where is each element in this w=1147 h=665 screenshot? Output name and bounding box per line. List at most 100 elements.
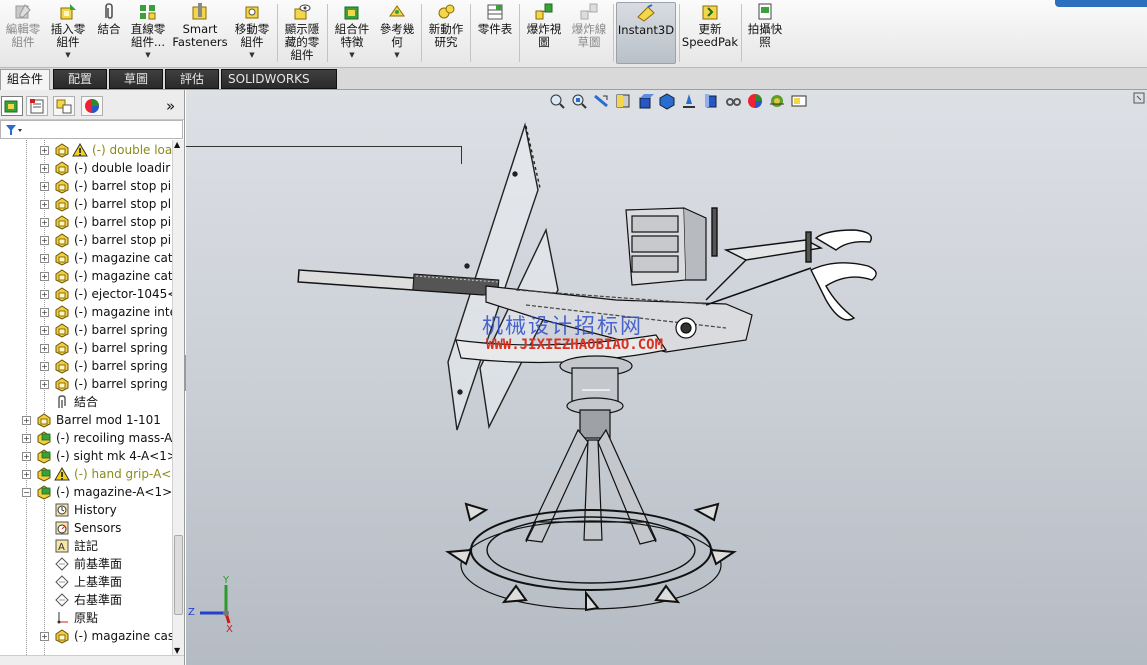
tree-item[interactable]: + (-) barrel stop pi: [0, 231, 172, 249]
graphics-viewport[interactable]: 机械设计招标网 WWW.JIXIEZHAOBIAO.COM Y Z X: [186, 90, 1147, 665]
tree-item[interactable]: − (-) magazine-A<1>: [0, 483, 172, 501]
ribbon-separator: [613, 4, 614, 62]
tree-item[interactable]: + (-) barrel spring s: [0, 357, 172, 375]
tree-item[interactable]: + (-) double loadir: [0, 159, 172, 177]
chevron-down-icon[interactable]: ▼: [349, 49, 354, 62]
expand-icon[interactable]: +: [40, 218, 49, 227]
tree-item[interactable]: + (-) barrel stop plu: [0, 195, 172, 213]
ribbon-separator: [277, 4, 278, 62]
expand-icon[interactable]: +: [40, 632, 49, 641]
expand-icon[interactable]: +: [40, 200, 49, 209]
tree-item-label: 結合: [74, 395, 99, 409]
expand-icon[interactable]: +: [40, 146, 49, 155]
tree-item[interactable]: + (-) barrel spring s: [0, 375, 172, 393]
panel-expand-icon[interactable]: »: [166, 97, 175, 115]
insert-component-button[interactable]: 插入零 組件 ▼: [48, 2, 88, 64]
expand-icon[interactable]: +: [40, 380, 49, 389]
tab-evaluate[interactable]: 評估: [165, 69, 219, 89]
linear-pattern-button[interactable]: 直線零 組件... ▼: [128, 2, 168, 64]
ribbon-separator: [519, 4, 520, 62]
tree-item[interactable]: 原點: [0, 609, 172, 627]
tab-assembly[interactable]: 組合件: [0, 69, 50, 90]
insert-component-label: 插入零 組件: [50, 22, 86, 49]
expand-icon[interactable]: +: [40, 344, 49, 353]
bom-label: 零件表: [477, 22, 513, 36]
tree-item[interactable]: + (-) magazine inte: [0, 303, 172, 321]
tree-item[interactable]: + (-) hand grip-A<: [0, 465, 172, 483]
tree-item[interactable]: + (-) sight mk 4-A<1>: [0, 447, 172, 465]
tree-item[interactable]: 前基準面: [0, 555, 172, 573]
expand-icon[interactable]: +: [40, 182, 49, 191]
chevron-down-icon[interactable]: ▼: [65, 49, 70, 62]
chevron-down-icon[interactable]: ▼: [145, 49, 150, 62]
reference-geometry-button[interactable]: 參考幾 何 ▼: [376, 2, 418, 64]
expand-icon[interactable]: +: [40, 290, 49, 299]
tree-item[interactable]: + (-) barrel stop pi: [0, 213, 172, 231]
configuration-manager-tab[interactable]: [53, 96, 75, 116]
exploded-view-button[interactable]: 爆炸視 圖: [523, 2, 565, 64]
scroll-down-icon[interactable]: ▼: [174, 646, 180, 655]
collapse-icon[interactable]: −: [22, 488, 31, 497]
chevron-down-icon[interactable]: ▼: [249, 49, 254, 62]
tree-item[interactable]: + (-) ejector-1045<: [0, 285, 172, 303]
expand-icon[interactable]: +: [40, 272, 49, 281]
expand-icon[interactable]: +: [40, 254, 49, 263]
tree-vertical-scrollbar[interactable]: ▲ ▼: [172, 140, 184, 655]
tree-item[interactable]: + (-) magazine cat: [0, 249, 172, 267]
move-component-button[interactable]: 移動零 組件 ▼: [231, 2, 273, 64]
mate-button[interactable]: 結合: [93, 2, 125, 64]
tree-item[interactable]: 右基準面: [0, 591, 172, 609]
tree-horizontal-scrollbar[interactable]: [0, 655, 184, 665]
expand-icon[interactable]: +: [40, 164, 49, 173]
feature-manager-tab[interactable]: [1, 96, 23, 116]
tree-item[interactable]: 結合: [0, 393, 172, 411]
new-motion-study-button[interactable]: 新動作 研究: [425, 2, 467, 64]
tree-item[interactable]: + (-) barrel spring s: [0, 321, 172, 339]
expand-icon[interactable]: +: [22, 452, 31, 461]
tree-item[interactable]: Sensors: [0, 519, 172, 537]
part-icon: [54, 160, 70, 176]
tree-item[interactable]: + (-) barrel spring l: [0, 339, 172, 357]
tree-item[interactable]: + (-) magazine cat: [0, 267, 172, 285]
bom-button[interactable]: 零件表: [474, 2, 516, 64]
gun-mount-model[interactable]: [186, 90, 1147, 665]
expand-icon[interactable]: +: [40, 308, 49, 317]
edit-component-button[interactable]: 編輯零 組件: [3, 2, 43, 64]
tree-item[interactable]: 上基準面: [0, 573, 172, 591]
tree-item-label: 右基準面: [74, 593, 123, 607]
tree-filter-field[interactable]: [0, 120, 183, 139]
window-corner-control[interactable]: [1055, 0, 1147, 7]
expand-icon[interactable]: +: [40, 326, 49, 335]
tab-solidworks-mbd[interactable]: SOLIDWORKS MBD: [221, 69, 337, 105]
chevron-down-icon[interactable]: ▼: [394, 49, 399, 62]
tree-item[interactable]: A 註記: [0, 537, 172, 555]
show-hidden-components-button[interactable]: 顯示隱 藏的零 組件: [281, 2, 323, 64]
expand-icon[interactable]: +: [22, 416, 31, 425]
tab-sketch[interactable]: 草圖: [109, 69, 163, 89]
expand-icon[interactable]: +: [40, 236, 49, 245]
smart-fasteners-button[interactable]: Smart Fasteners: [172, 2, 228, 64]
explode-line-sketch-button[interactable]: 爆炸線 草圖: [568, 2, 610, 64]
update-speedpak-button[interactable]: 更新 SpeedPak: [682, 2, 738, 64]
tree-item[interactable]: + (-) barrel stop pi: [0, 177, 172, 195]
tree-item[interactable]: + (-) recoiling mass-A: [0, 429, 172, 447]
property-manager-tab[interactable]: [26, 96, 48, 116]
tree-item[interactable]: History: [0, 501, 172, 519]
tree-item[interactable]: + (-) double loa: [0, 141, 172, 159]
assembly-features-label: 組合件 特徵: [334, 22, 370, 49]
expand-icon[interactable]: +: [22, 434, 31, 443]
expand-icon[interactable]: +: [22, 470, 31, 479]
display-manager-tab[interactable]: [81, 96, 103, 116]
expand-icon[interactable]: +: [40, 362, 49, 371]
tree-item-label: (-) recoiling mass-A: [56, 431, 172, 445]
tree-item[interactable]: + (-) magazine cas: [0, 627, 172, 645]
instant3d-button[interactable]: Instant3D: [616, 2, 676, 64]
scroll-up-icon[interactable]: ▲: [174, 140, 180, 149]
scrollbar-thumb[interactable]: [174, 535, 183, 615]
instant3d-label: Instant3D: [617, 23, 675, 37]
assembly-features-button[interactable]: 組合件 特徵 ▼: [331, 2, 373, 64]
tree-item[interactable]: + Barrel mod 1-101: [0, 411, 172, 429]
snapshot-button[interactable]: 拍攝快 照: [744, 2, 786, 64]
part-icon: [54, 340, 70, 356]
tab-layout[interactable]: 配置: [53, 69, 107, 89]
